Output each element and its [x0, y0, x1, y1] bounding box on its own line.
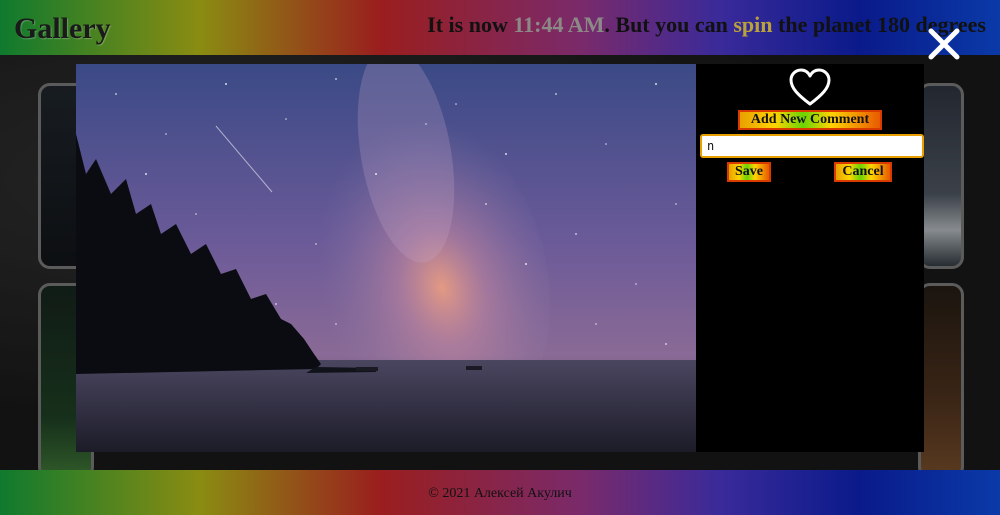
- add-comment-button[interactable]: Add New Comment: [738, 110, 882, 130]
- copyright-text: © 2021 Алексей Акулич: [428, 486, 572, 501]
- comment-input[interactable]: [700, 134, 924, 158]
- marquee-prefix: It is now: [427, 12, 514, 37]
- marquee-middle: . But you can: [604, 12, 734, 37]
- current-time: 11:44 AM: [513, 12, 605, 37]
- photo-modal: Add New Comment Save Cancel: [76, 64, 924, 452]
- cancel-button[interactable]: Cancel: [834, 162, 892, 182]
- save-button[interactable]: Save: [727, 162, 771, 182]
- milky-way-photo: [76, 64, 696, 452]
- close-icon[interactable]: [926, 26, 962, 62]
- header-marquee: It is now 11:44 AM. But you can spin the…: [427, 12, 986, 38]
- site-logo[interactable]: Gallery: [14, 12, 111, 46]
- comment-panel: Add New Comment Save Cancel: [696, 64, 924, 452]
- heart-icon[interactable]: [788, 68, 832, 108]
- site-footer: © 2021 Алексей Акулич: [0, 470, 1000, 515]
- spin-link[interactable]: spin: [733, 12, 772, 37]
- site-header: Gallery It is now 11:44 AM. But you can …: [0, 0, 1000, 55]
